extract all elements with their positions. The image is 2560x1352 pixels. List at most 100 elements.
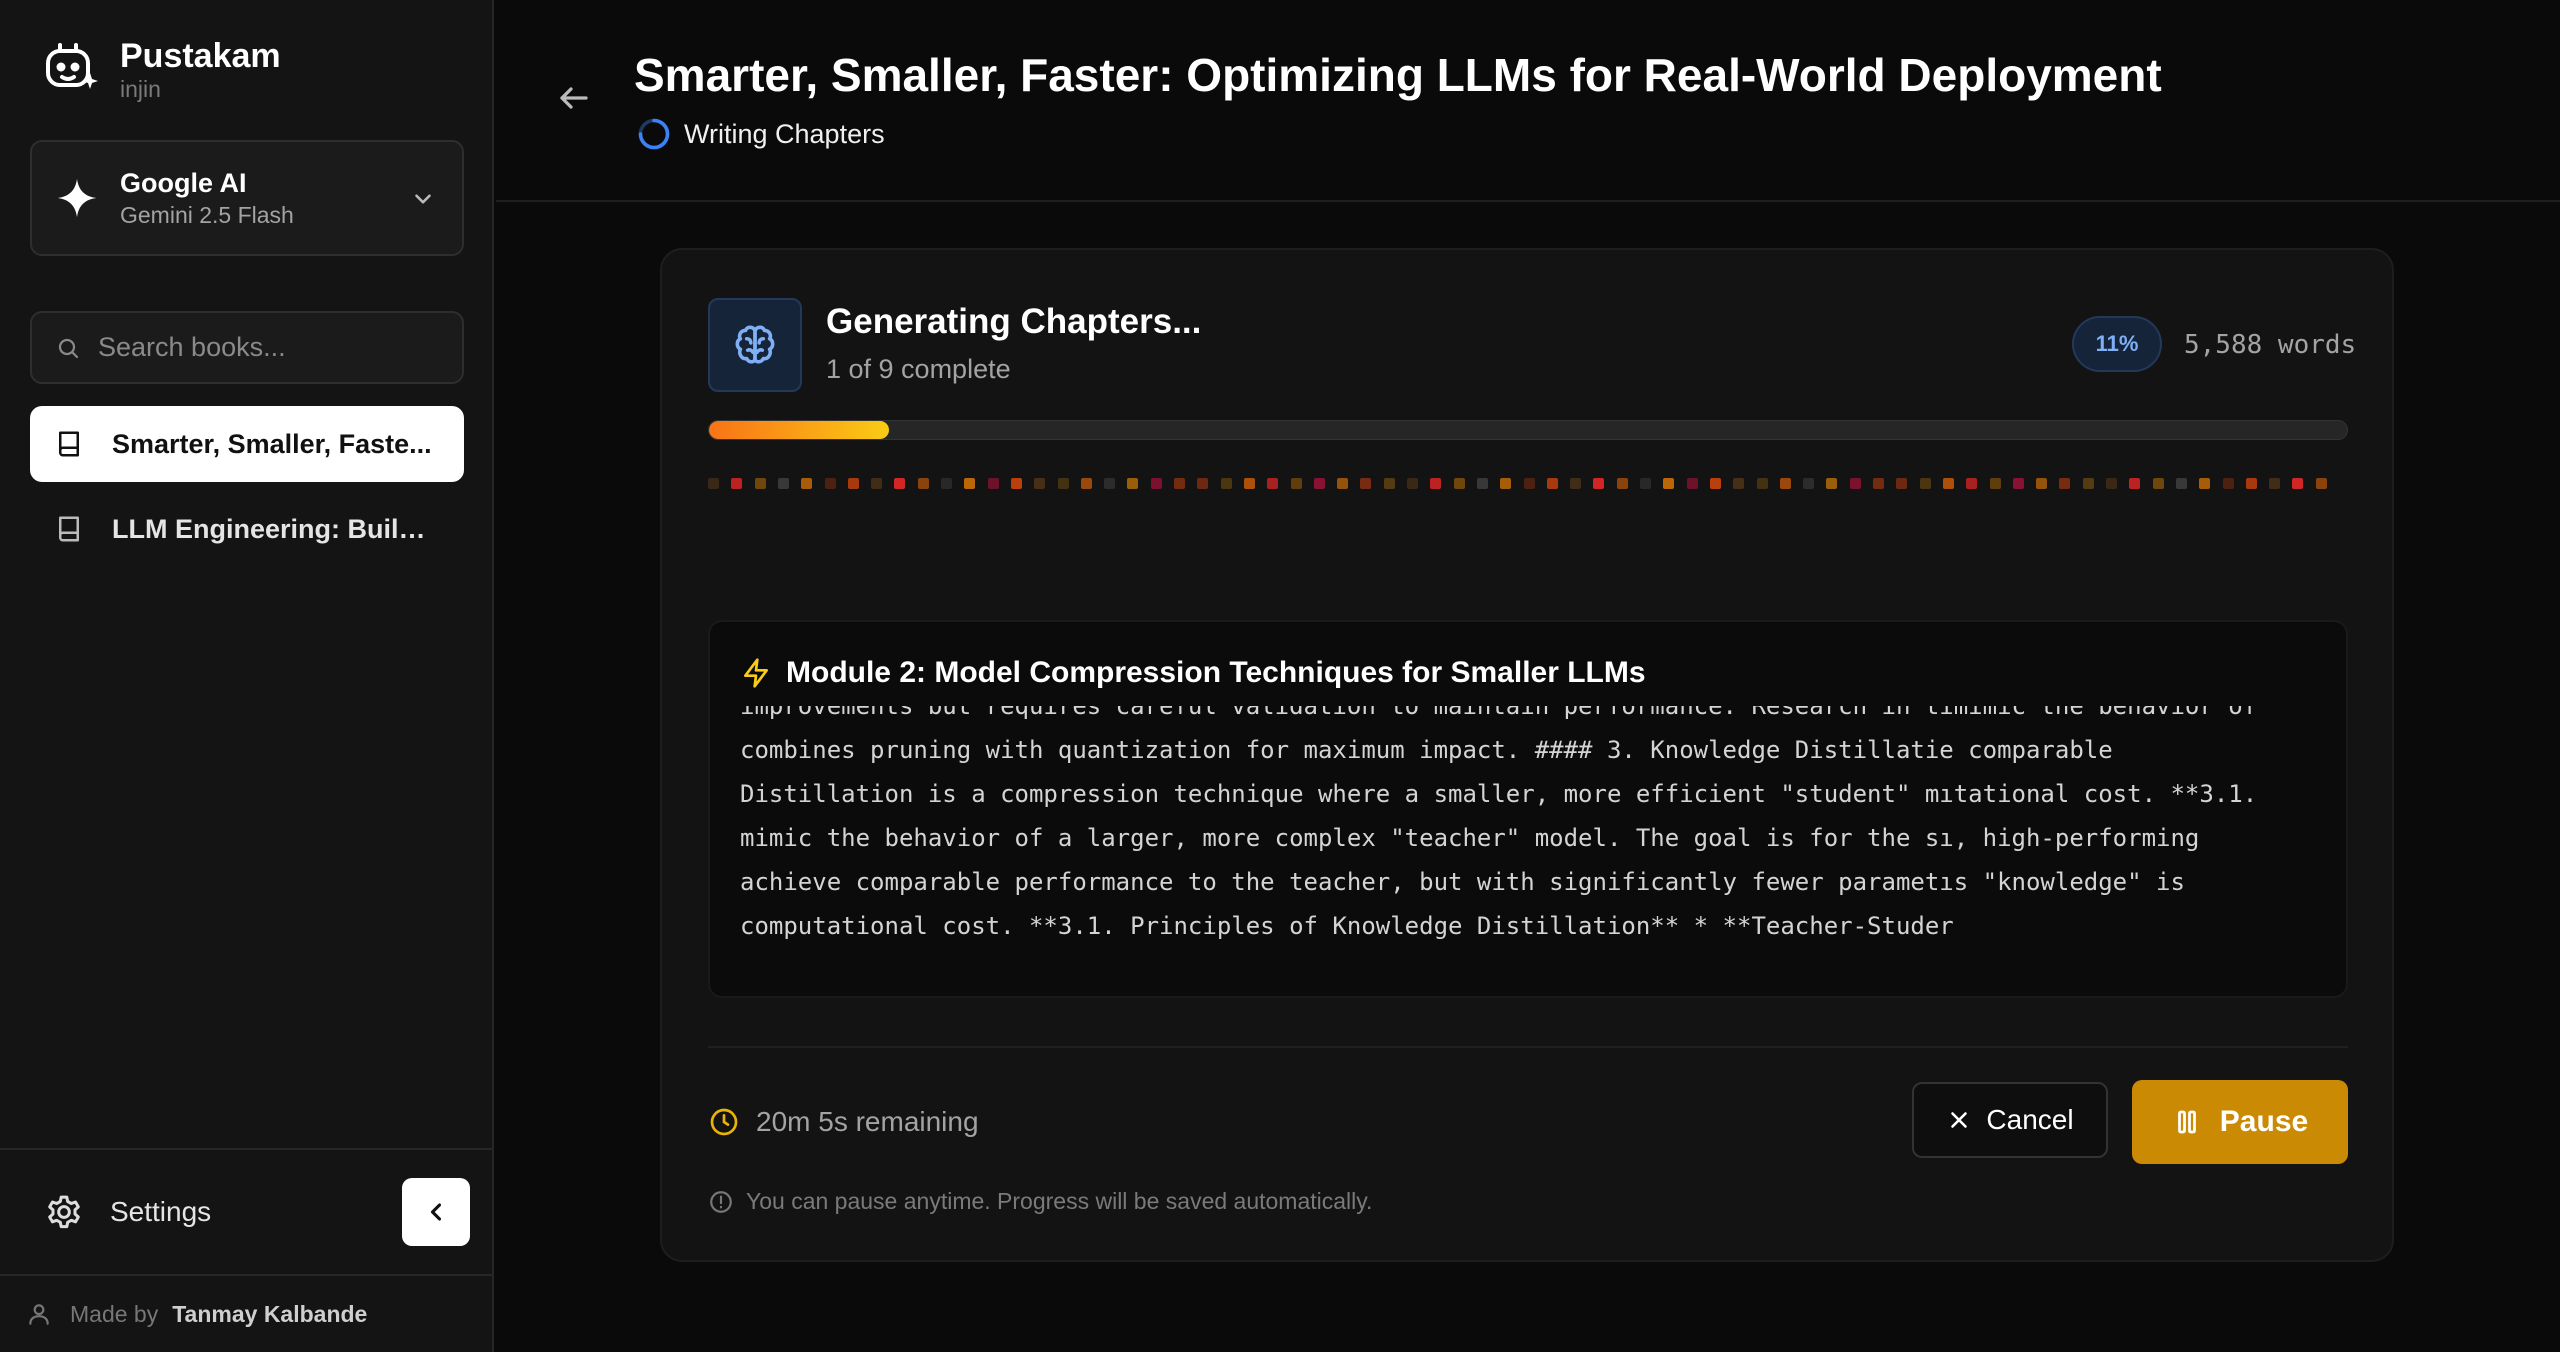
- pause-label: Pause: [2219, 1105, 2309, 1138]
- user-icon: [29, 1304, 49, 1325]
- activity-dot: [754, 478, 766, 489]
- activity-dot: [1546, 478, 1558, 489]
- activity-dot: [801, 478, 813, 489]
- activity-dot: [2222, 478, 2234, 489]
- activity-dot: [824, 478, 836, 489]
- stream-line: combines pruning with quantization for m…: [740, 736, 2113, 764]
- activity-dot: [1430, 478, 1442, 489]
- activity-dot: [1989, 478, 2001, 489]
- settings-button[interactable]: Settings: [44, 1192, 211, 1232]
- sparkle-icon: [57, 178, 97, 218]
- activity-dots: [708, 478, 2348, 490]
- model-name: Gemini 2.5 Flash: [120, 202, 294, 228]
- activity-dot: [2059, 478, 2071, 489]
- activity-dot: [1826, 478, 1838, 489]
- made-by: Made by Tanmay Kalbande: [0, 1274, 494, 1352]
- search-box[interactable]: [30, 311, 464, 384]
- activity-dot: [941, 478, 952, 489]
- activity-dot: [1127, 478, 1139, 489]
- activity-dot: [1756, 478, 1768, 489]
- book-item-smarter-smaller-faster[interactable]: Smarter, Smaller, Faste...: [30, 406, 464, 482]
- page-header: Smarter, Smaller, Faster: Optimizing LLM…: [496, 0, 2560, 202]
- arrow-left-icon[interactable]: [556, 80, 592, 116]
- sidebar-footer: Settings: [0, 1148, 494, 1274]
- activity-dot: [1080, 478, 1092, 489]
- activity-dot: [847, 478, 859, 489]
- progress-fill: [709, 421, 890, 439]
- activity-dot: [1896, 478, 1908, 489]
- stream-line: improvements but requires careful valida…: [740, 706, 2258, 720]
- brain-icon: [735, 325, 775, 364]
- stream-line: computational cost. **3.1. Principles of…: [740, 912, 1954, 940]
- activity-dot: [1709, 478, 1721, 489]
- activity-dot: [1453, 478, 1465, 489]
- clock-icon: [710, 1108, 738, 1136]
- activity-dot: [1150, 478, 1162, 489]
- collapse-sidebar-button[interactable]: [402, 1178, 470, 1246]
- activity-dot: [1733, 478, 1745, 489]
- activity-dot: [731, 478, 743, 489]
- activity-dot: [1686, 478, 1698, 489]
- chevron-down-icon: [415, 194, 431, 204]
- activity-dot: [1243, 478, 1255, 489]
- module-stream-panel: Module 2: Model Compression Techniques f…: [708, 620, 2348, 998]
- pause-note: You can pause anytime. Progress will be …: [708, 1188, 1372, 1215]
- activity-dot: [1640, 478, 1651, 489]
- activity-dot: [2245, 478, 2257, 489]
- activity-dot: [1663, 478, 1675, 489]
- activity-dot: [2152, 478, 2164, 489]
- progress-bar: [708, 420, 2348, 440]
- divider: [708, 1046, 2348, 1048]
- activity-dot: [777, 478, 789, 489]
- pause-button[interactable]: Pause: [2132, 1080, 2348, 1164]
- activity-dot: [1174, 478, 1185, 489]
- status-indicator: Writing Chapters: [636, 116, 885, 152]
- percent-badge: 11%: [2072, 316, 2162, 372]
- activity-dot: [708, 478, 719, 489]
- activity-dot: [1104, 478, 1116, 489]
- module-title: Module 2: Model Compression Techniques f…: [786, 656, 1646, 689]
- time-remaining: 20m 5s remaining: [708, 1106, 979, 1138]
- brain-icon-box: [708, 298, 802, 392]
- app-name: Pustakam: [120, 37, 281, 75]
- book-item-llm-engineering[interactable]: LLM Engineering: Buildi...: [30, 491, 464, 567]
- activity-dot: [2106, 478, 2117, 489]
- activity-dot: [1407, 478, 1418, 489]
- search-input[interactable]: [98, 332, 438, 363]
- activity-dot: [871, 478, 883, 489]
- activity-dot: [1500, 478, 1512, 489]
- activity-dot: [2082, 478, 2094, 489]
- chapters-complete: 1 of 9 complete: [826, 354, 1011, 384]
- chevron-left-icon: [430, 1203, 442, 1221]
- module-header: Module 2: Model Compression Techniques f…: [740, 656, 1646, 690]
- activity-dot: [2175, 478, 2187, 489]
- generation-card: Generating Chapters... 1 of 9 complete 1…: [660, 248, 2394, 1262]
- activity-dot: [964, 478, 976, 489]
- model-selector[interactable]: Google AI Gemini 2.5 Flash: [30, 140, 464, 256]
- activity-dot: [1476, 478, 1488, 489]
- gear-icon: [48, 1195, 80, 1229]
- activity-dot: [1383, 478, 1395, 489]
- book-title: LLM Engineering: Buildi...: [112, 513, 440, 544]
- time-remaining-text: 20m 5s remaining: [756, 1106, 979, 1137]
- activity-dot: [1919, 478, 1931, 489]
- word-count: 5,588 words: [2184, 330, 2357, 360]
- activity-dot: [2269, 478, 2281, 489]
- book-icon: [59, 516, 79, 542]
- generation-title: Generating Chapters...: [826, 302, 1202, 341]
- activity-dot: [1593, 478, 1605, 489]
- activity-dot: [1523, 478, 1535, 489]
- search-icon: [58, 338, 79, 358]
- activity-dot: [1570, 478, 1582, 489]
- close-icon: [1951, 1112, 1968, 1128]
- cancel-label: Cancel: [1986, 1104, 2074, 1135]
- activity-dot: [2315, 478, 2327, 489]
- made-by-label: Made by: [70, 1300, 159, 1327]
- author-name: Tanmay Kalbande: [172, 1300, 368, 1327]
- activity-dot: [1057, 478, 1069, 489]
- cancel-button[interactable]: Cancel: [1912, 1082, 2108, 1158]
- activity-dot: [1034, 478, 1046, 489]
- status-text: Writing Chapters: [684, 118, 885, 149]
- activity-dot: [1220, 478, 1232, 489]
- username: injin: [120, 76, 161, 102]
